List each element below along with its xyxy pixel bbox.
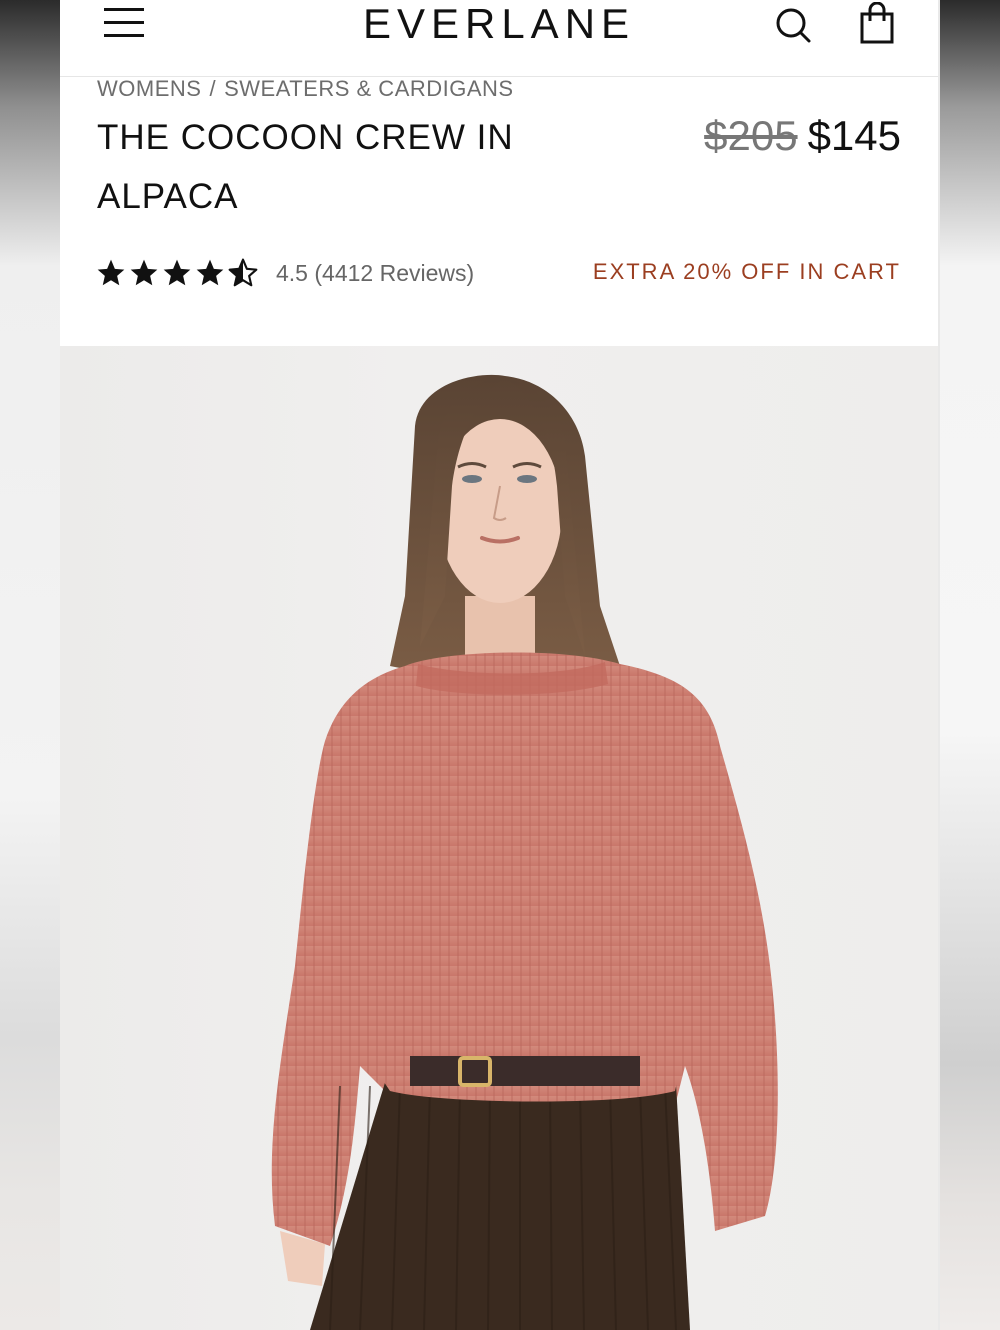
backdrop-left: [0, 0, 60, 1330]
breadcrumb-separator: /: [209, 76, 217, 101]
price-block: $205 $145: [704, 110, 901, 162]
backdrop-right: [940, 0, 1000, 1330]
star-full-icon: [196, 259, 224, 286]
product-title: THE COCOON CREW IN ALPACA: [97, 118, 514, 216]
star-full-icon: [97, 259, 125, 286]
original-price: $205: [704, 112, 798, 159]
shopping-bag-icon[interactable]: [856, 1, 900, 46]
star-rating: [95, 257, 260, 289]
rating-count[interactable]: 4.5 (4412 Reviews): [276, 260, 474, 287]
search-icon[interactable]: [772, 4, 816, 44]
rating-summary[interactable]: 4.5 (4412 Reviews): [95, 255, 474, 291]
product-page: EVERLANE WOMENS / SWEATERS & CARDIGANS THE…: [60, 0, 938, 1330]
breadcrumb-womens[interactable]: WOMENS: [97, 76, 201, 101]
star-full-icon: [130, 259, 158, 286]
star-full-icon: [163, 259, 191, 286]
product-image: [271, 374, 778, 1330]
breadcrumb: WOMENS / SWEATERS & CARDIGANS: [97, 76, 514, 102]
star-half-icon: [228, 258, 258, 287]
promo-banner: EXTRA 20% OFF IN CART: [592, 259, 901, 284]
product-model-photo[interactable]: [60, 346, 938, 1330]
sale-price: $145: [807, 112, 901, 159]
site-header: EVERLANE: [60, 0, 938, 77]
breadcrumb-sweaters-cardigans[interactable]: SWEATERS & CARDIGANS: [224, 76, 514, 101]
